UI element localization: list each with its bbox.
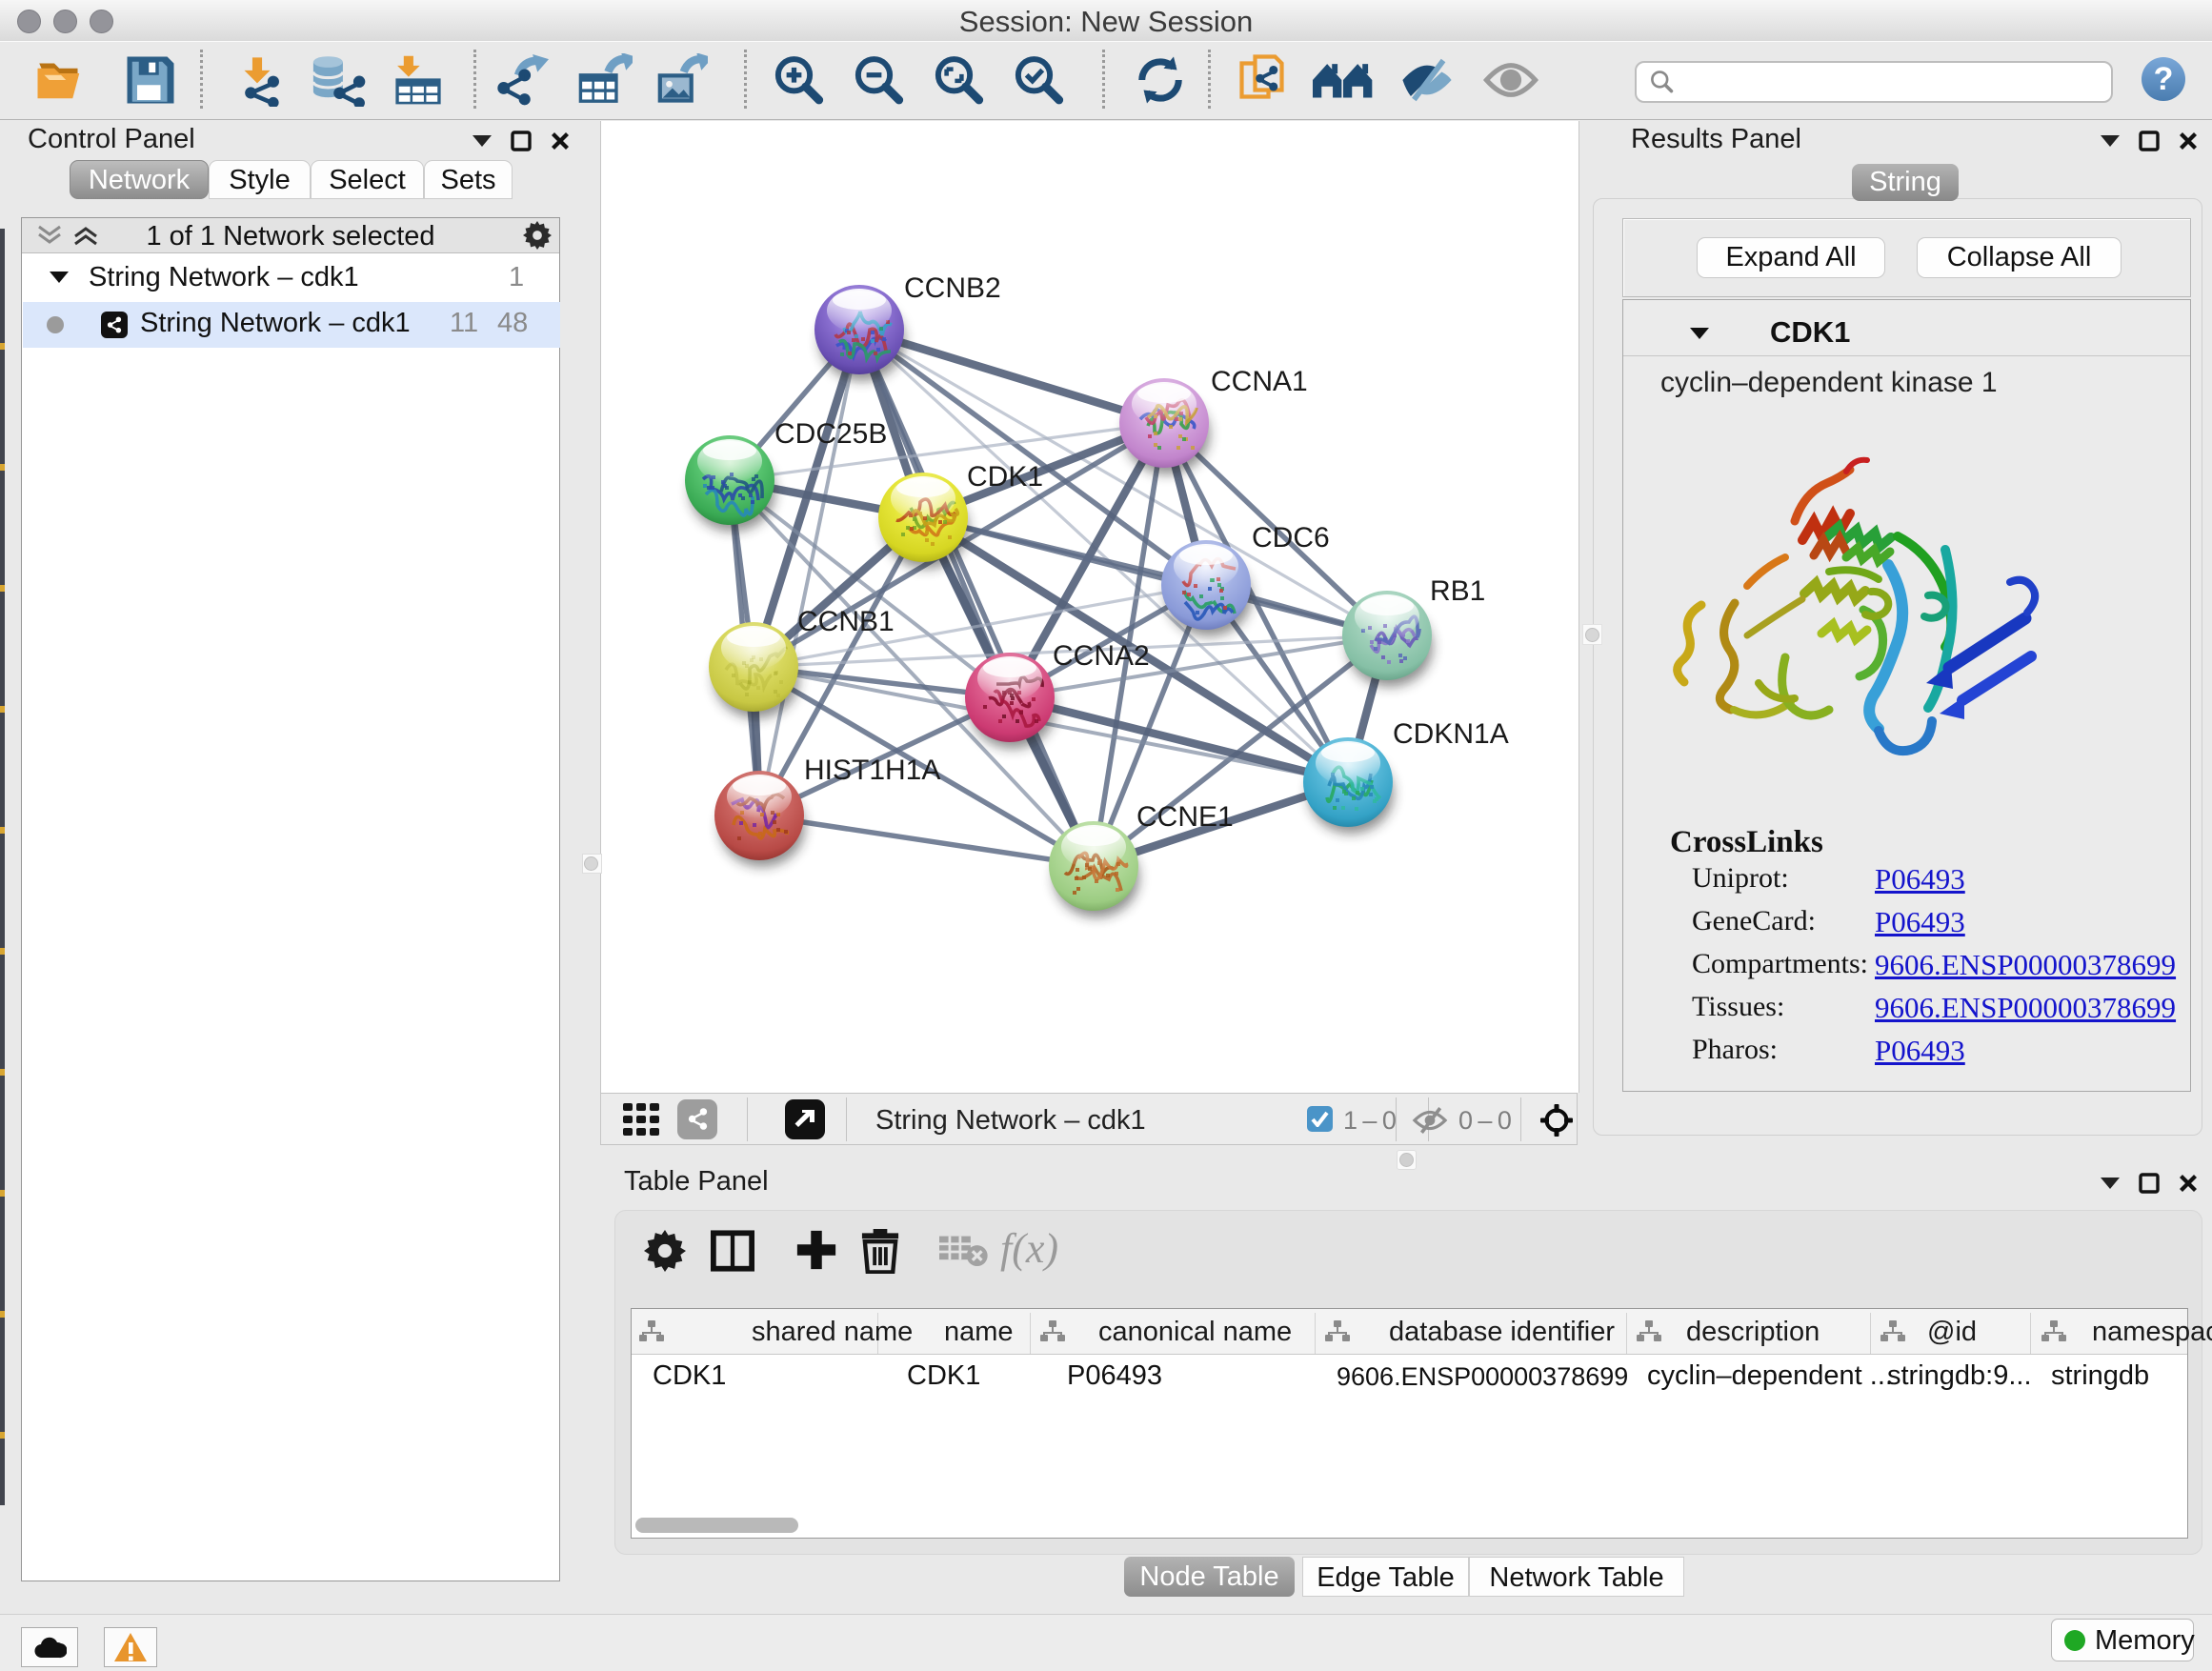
svg-text:CCNE1: CCNE1 [1136,801,1234,833]
svg-text:CDKN1A: CDKN1A [1393,718,1509,750]
svg-text:CDC25B: CDC25B [774,418,887,450]
svg-text:CCNA2: CCNA2 [1053,640,1150,672]
svg-text:CDK1: CDK1 [967,461,1043,493]
svg-text:CCNA1: CCNA1 [1211,366,1308,397]
svg-text:CCNB2: CCNB2 [904,272,1001,304]
svg-text:CCNB1: CCNB1 [797,606,895,637]
svg-text:RB1: RB1 [1430,575,1485,607]
svg-text:CDC6: CDC6 [1252,522,1330,554]
svg-text:HIST1H1A: HIST1H1A [804,755,940,786]
